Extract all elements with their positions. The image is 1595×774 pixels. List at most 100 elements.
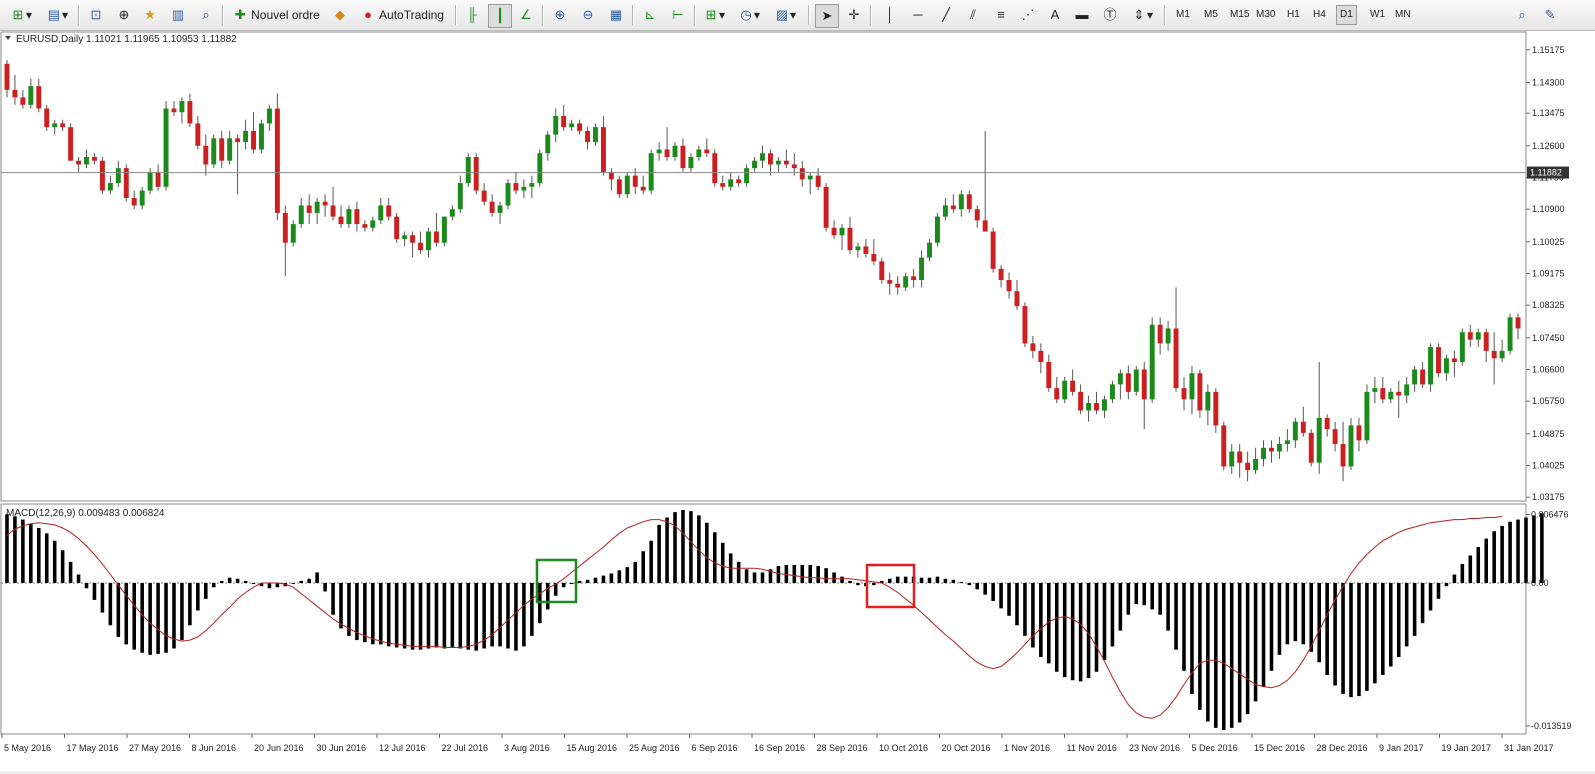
auto-scroll-button[interactable]: ⊾ xyxy=(640,4,660,26)
data-window-button[interactable]: ⊕ xyxy=(114,4,134,26)
candle-body xyxy=(290,224,296,243)
trendline-tool[interactable]: ╱ xyxy=(936,4,956,26)
periods-button[interactable]: ◷ ▾ xyxy=(734,4,764,26)
candle-body xyxy=(950,205,956,210)
chart-shift-button[interactable]: ⊢ xyxy=(668,4,688,26)
zoom-in-button[interactable]: ⊕ xyxy=(550,4,570,26)
equidistant-channel-tool[interactable]: ⫽ xyxy=(962,4,984,26)
candle-body xyxy=(974,209,980,221)
profiles-button[interactable]: ▤ ▾ xyxy=(42,4,72,26)
line-chart-button[interactable]: ∠ xyxy=(516,4,536,26)
timeframe-m1[interactable]: M1 xyxy=(1173,6,1193,24)
timeframe-m30[interactable]: M30 xyxy=(1253,6,1278,24)
trendline-icon: ╱ xyxy=(942,7,950,22)
new-chart-button[interactable]: ⊞ ▾ xyxy=(6,4,36,26)
time-tick-label: 9 Jan 2017 xyxy=(1379,743,1424,753)
candle-body xyxy=(1181,388,1187,400)
timeframe-mn[interactable]: MN xyxy=(1392,6,1414,24)
strategy-tester-button[interactable]: ⌕ xyxy=(196,4,216,26)
candle-body xyxy=(680,145,686,169)
candle-body xyxy=(1324,417,1330,430)
candle-body xyxy=(847,227,853,251)
zoom-out-button[interactable]: ⊖ xyxy=(578,4,598,26)
candle-body xyxy=(433,231,439,243)
candle-body xyxy=(20,97,26,105)
candle-body xyxy=(863,246,869,254)
candle-body xyxy=(219,138,225,161)
candle-body xyxy=(394,216,400,240)
crosshair-icon: ✛ xyxy=(848,7,860,22)
bar-chart-icon: ╟ xyxy=(467,7,477,22)
time-tick-label: 6 Sep 2016 xyxy=(692,743,738,753)
line-chart-icon: ∠ xyxy=(520,7,532,22)
candle-body xyxy=(1062,380,1068,400)
timeframe-d1[interactable]: D1 xyxy=(1336,5,1357,25)
time-tick-label: 16 Sep 2016 xyxy=(754,743,805,753)
candle-body xyxy=(259,123,264,150)
candle-body xyxy=(688,156,694,169)
time-tick-label: 5 May 2016 xyxy=(4,743,51,753)
price-tick-label: 1.04875 xyxy=(1532,429,1565,439)
macd-header: MACD(12,26,9) 0.009483 0.006824 xyxy=(6,508,165,519)
time-tick-label: 25 Aug 2016 xyxy=(629,743,680,753)
candle-body xyxy=(1364,391,1370,441)
candle-body xyxy=(791,164,797,169)
cursor-tool[interactable]: ➤ xyxy=(815,4,839,28)
candle-body xyxy=(1070,380,1076,392)
arrows-tool[interactable]: ⇕ ▾ xyxy=(1127,4,1157,26)
chart-window[interactable]: EURUSD,Daily 1.11021 1.11965 1.10953 1.1… xyxy=(0,31,1595,771)
bar-chart-button[interactable]: ╟ xyxy=(462,4,482,26)
candle-body xyxy=(410,235,416,243)
macd-tick-label: 0.006476 xyxy=(1531,510,1569,520)
terminal-icon: ▥ xyxy=(171,7,185,22)
vertical-line-tool[interactable]: │ xyxy=(880,4,900,26)
candle-body xyxy=(1022,306,1028,344)
time-tick-label: 15 Aug 2016 xyxy=(567,743,618,753)
candle-body xyxy=(775,160,781,165)
candle-body xyxy=(521,186,527,191)
timeframe-h4[interactable]: H4 xyxy=(1310,6,1329,24)
text-label-tool[interactable]: Ⓣ xyxy=(1100,4,1120,26)
candle-body xyxy=(640,186,646,191)
search-button[interactable]: ⌕ xyxy=(1512,4,1532,26)
timeframe-m15[interactable]: M15 xyxy=(1227,6,1252,24)
candle-body xyxy=(1038,350,1044,363)
tile-windows-button[interactable]: ▦ xyxy=(606,4,626,26)
terminal-button[interactable]: ▥ xyxy=(168,4,188,26)
fibonacci-fan-tool[interactable]: ⋰ xyxy=(1017,4,1039,26)
indicators-button[interactable]: ⊞ ▾ xyxy=(700,4,728,26)
rectangle-icon: ▬ xyxy=(1075,7,1089,22)
autotrading-button[interactable]: ● AutoTrading xyxy=(356,4,448,26)
time-tick-label: 19 Jan 2017 xyxy=(1442,743,1492,753)
market-watch-button[interactable]: ⊡ xyxy=(86,4,106,26)
timeframe-w1[interactable]: W1 xyxy=(1367,6,1388,24)
rectangle-tool[interactable]: ▬ xyxy=(1072,4,1092,26)
navigator-button[interactable]: ★ xyxy=(140,4,160,26)
candle-body xyxy=(1094,403,1099,411)
candle-body xyxy=(624,175,630,195)
time-tick-label: 28 Dec 2016 xyxy=(1317,743,1368,753)
new-order-button[interactable]: ✚ Nouvel ordre xyxy=(230,4,322,26)
price-tick-label: 1.03175 xyxy=(1532,492,1565,502)
candle-body xyxy=(107,183,113,191)
templates-button[interactable]: ▨ ▾ xyxy=(770,4,800,26)
candle-body xyxy=(736,179,742,184)
time-tick-label: 31 Jan 2017 xyxy=(1504,743,1554,753)
candle-body xyxy=(958,194,964,210)
chat-button[interactable]: ✎ xyxy=(1540,4,1560,26)
timeframe-m5[interactable]: M5 xyxy=(1201,6,1221,24)
candlestick-button[interactable]: ┃ xyxy=(488,4,512,28)
metaeditor-button[interactable]: ◆ xyxy=(330,4,350,26)
text-tool[interactable]: A xyxy=(1045,4,1065,26)
candle-body xyxy=(1332,429,1338,445)
timeframe-h1[interactable]: H1 xyxy=(1284,6,1303,24)
crosshair-tool[interactable]: ✛ xyxy=(844,4,864,26)
candle-body xyxy=(1348,425,1354,467)
candle-body xyxy=(1284,440,1290,445)
candle-body xyxy=(1046,362,1052,389)
macd-tick-label: -0.013519 xyxy=(1531,721,1572,731)
fibonacci-retracement-tool[interactable]: ≡ xyxy=(990,4,1012,26)
chart-canvas[interactable]: EURUSD,Daily 1.11021 1.11965 1.10953 1.1… xyxy=(0,31,1595,771)
horizontal-line-tool[interactable]: ─ xyxy=(908,4,928,26)
candle-body xyxy=(378,205,384,221)
